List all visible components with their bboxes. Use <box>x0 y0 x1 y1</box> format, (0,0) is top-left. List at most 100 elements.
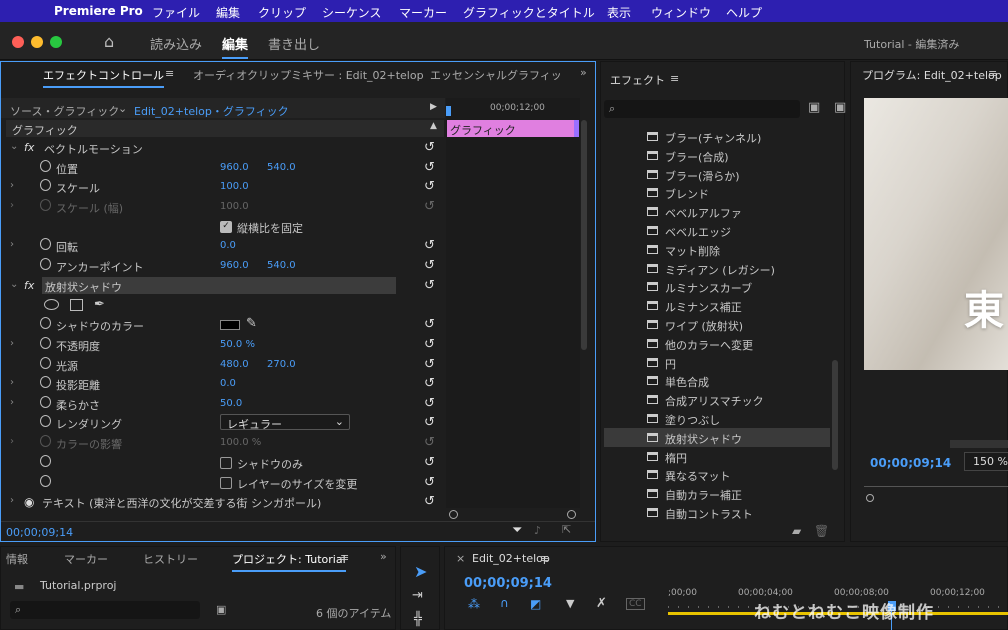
anchor-x[interactable]: 960.0 <box>220 260 249 271</box>
stopwatch-icon[interactable] <box>40 396 51 408</box>
tab-essential-graphics[interactable]: エッセンシャルグラフィック <box>430 67 560 83</box>
tab-audio-mixer[interactable]: オーディオクリップミキサー : Edit_02+telop <box>193 67 424 83</box>
timeline-tab[interactable]: Edit_02+telop <box>472 552 550 565</box>
track-select-icon[interactable]: ⇥ <box>412 588 423 603</box>
scale-value[interactable]: 100.0 <box>220 181 249 192</box>
chevron-down-icon[interactable]: ⌄ <box>10 141 18 152</box>
menu-clip[interactable]: クリップ <box>258 4 306 21</box>
add-marker-icon[interactable]: ▼ <box>566 597 574 610</box>
chevron-right-icon[interactable]: › <box>10 180 14 191</box>
program-scrubber[interactable] <box>864 486 1008 487</box>
fx-icon[interactable]: fx <box>24 279 34 292</box>
home-icon[interactable]: ⌂ <box>104 32 114 51</box>
tab-export[interactable]: 書き出し <box>268 34 320 53</box>
eyedropper-icon[interactable]: ✎ <box>246 316 257 331</box>
stopwatch-icon[interactable] <box>40 179 51 191</box>
effect-item[interactable]: ブレンド <box>645 183 830 202</box>
reset-icon[interactable]: ↺ <box>424 396 435 411</box>
stopwatch-icon[interactable] <box>40 160 51 172</box>
lock-aspect-checkbox[interactable]: ✓ <box>220 221 232 233</box>
vector-motion-row[interactable]: ⌄ fx ベクトルモーション ↺ <box>6 139 441 157</box>
tab-edit[interactable]: 編集 <box>222 34 249 59</box>
eye-icon[interactable]: ◉ <box>24 495 34 509</box>
timeline-timecode[interactable]: 00;00;09;14 <box>464 576 552 591</box>
tab-marker[interactable]: マーカー <box>64 551 108 567</box>
play-only-icon[interactable]: ▶ <box>430 102 437 112</box>
resize-layer-checkbox[interactable] <box>220 477 232 489</box>
menu-marker[interactable]: マーカー <box>399 4 447 21</box>
export-icon[interactable]: ⇱ <box>562 523 571 536</box>
chevron-right-icon[interactable]: › <box>10 239 14 250</box>
stopwatch-icon[interactable] <box>40 258 51 270</box>
new-bin-icon[interactable]: ▰ <box>792 524 801 538</box>
effect-item[interactable]: ミディアン (レガシー) <box>645 259 830 278</box>
softness-value[interactable]: 50.0 <box>220 398 242 409</box>
radial-shadow-row[interactable]: ⌄ fx 放射状シャドウ ↺ <box>6 277 441 295</box>
effects-scrollbar[interactable] <box>832 360 838 470</box>
linked-selection-icon[interactable]: ◩ <box>530 597 541 611</box>
reset-icon[interactable]: ↺ <box>424 160 435 175</box>
zoom-dropdown[interactable]: 150 % <box>964 452 1008 471</box>
effect-item[interactable]: 異なるマット <box>645 465 830 484</box>
effect-item[interactable]: 単色合成 <box>645 371 830 390</box>
menu-edit[interactable]: 編集 <box>216 4 240 21</box>
effect-item[interactable]: ベベルエッジ <box>645 221 830 240</box>
reset-icon[interactable]: ↺ <box>424 258 435 273</box>
zoom-handle-left[interactable] <box>449 510 458 519</box>
reset-icon[interactable]: ↺ <box>424 179 435 194</box>
reset-icon[interactable]: ↺ <box>424 376 435 391</box>
light-y[interactable]: 270.0 <box>267 359 296 370</box>
effect-item[interactable]: ルミナンスカーブ <box>645 277 830 296</box>
program-title[interactable]: プログラム: Edit_02+telop <box>862 67 1002 83</box>
fx-icon[interactable]: fx <box>24 141 34 154</box>
chevron-right-icon[interactable]: › <box>10 377 14 388</box>
effect-item[interactable]: ルミナンス補正 <box>645 296 830 315</box>
opacity-value[interactable]: 50.0 % <box>220 339 255 350</box>
effect-item[interactable]: 自動カラー補正 <box>645 484 830 503</box>
selection-tool-icon[interactable]: ➤ <box>414 562 427 581</box>
tab-project[interactable]: プロジェクト: Tutorial <box>232 551 346 572</box>
tab-info[interactable]: 情報 <box>6 551 28 567</box>
current-timecode[interactable]: 00;00;09;14 <box>6 526 73 539</box>
reset-icon[interactable]: ↺ <box>424 475 435 490</box>
panel-menu-icon[interactable]: ≡ <box>670 72 679 85</box>
tab-effect-controls[interactable]: エフェクトコントロール <box>43 67 164 88</box>
reset-icon[interactable]: ↺ <box>424 455 435 470</box>
clip-end-handle[interactable] <box>574 120 579 137</box>
effect-item[interactable]: ブラー(合成) <box>645 146 830 165</box>
distance-value[interactable]: 0.0 <box>220 378 236 389</box>
reset-icon[interactable]: ↺ <box>424 357 435 372</box>
effect-item[interactable]: 自動コントラスト <box>645 503 830 522</box>
chevron-right-icon[interactable]: › <box>10 397 14 408</box>
rendering-dropdown[interactable]: レギュラー ⌄ <box>220 414 350 431</box>
more-tabs-icon[interactable]: » <box>580 66 587 79</box>
clip-selector[interactable]: Edit_02+telop・グラフィック <box>134 103 289 119</box>
program-timecode[interactable]: 00;00;09;14 <box>870 456 951 470</box>
menu-sequence[interactable]: シーケンス <box>322 4 381 21</box>
scrubber-handle[interactable] <box>866 494 874 502</box>
panel-menu-icon[interactable]: ≡ <box>340 551 349 564</box>
tab-import[interactable]: 読み込み <box>150 34 202 53</box>
zoom-window-button[interactable] <box>50 36 62 48</box>
color-swatch[interactable] <box>220 320 240 330</box>
chevron-down-icon[interactable]: ⌄ <box>118 102 127 115</box>
effects-title[interactable]: エフェクト <box>610 72 665 88</box>
stopwatch-icon[interactable] <box>40 337 51 349</box>
ripple-edit-icon[interactable]: ╬ <box>414 612 422 627</box>
reset-icon[interactable]: ↺ <box>424 494 435 509</box>
chevron-right-icon[interactable]: › <box>10 495 14 506</box>
effect-item[interactable]: 円 <box>645 353 830 372</box>
scrollbar[interactable] <box>581 120 587 350</box>
stopwatch-icon[interactable] <box>40 475 51 487</box>
anchor-y[interactable]: 540.0 <box>267 260 296 271</box>
reset-icon[interactable]: ↺ <box>424 238 435 253</box>
menu-graphics[interactable]: グラフィックとタイトル <box>463 4 595 21</box>
accelerated-effects-icon[interactable]: ▣ <box>808 100 820 115</box>
nest-icon[interactable]: ⁂ <box>468 597 480 611</box>
effect-item[interactable]: 放射状シャドウ <box>645 428 830 447</box>
menu-file[interactable]: ファイル <box>152 4 200 21</box>
position-x[interactable]: 960.0 <box>220 162 249 173</box>
pen-mask-icon[interactable]: ✒ <box>94 297 105 312</box>
menu-help[interactable]: ヘルプ <box>726 4 762 21</box>
stopwatch-icon[interactable] <box>40 357 51 369</box>
